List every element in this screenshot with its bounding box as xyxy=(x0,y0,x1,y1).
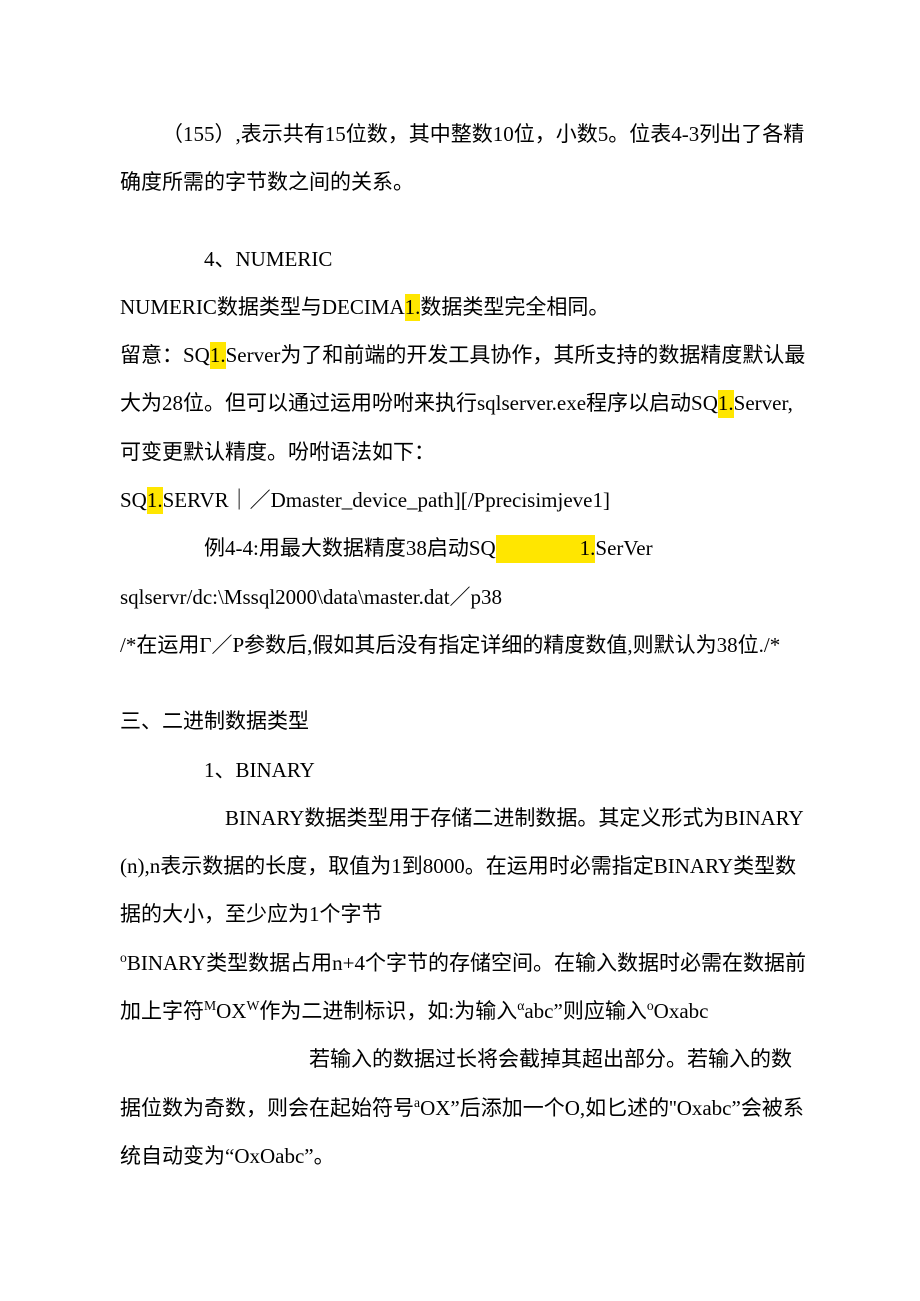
superscript: o xyxy=(120,950,127,965)
heading-1-binary: 1、BINARY xyxy=(120,746,810,794)
paragraph: BINARY数据类型用于存储二进制数据。其定义形式为BINARY(n),n表示数… xyxy=(120,794,810,1180)
text: NUMERIC数据类型与DECIMA xyxy=(120,295,405,319)
text: SERVR｜／Dmaster_device_path][/Pprecisimje… xyxy=(163,488,610,512)
highlight: 1. xyxy=(405,294,421,321)
paragraph-comment: /*在运用Γ／P参数后,假如其后没有指定详细的精度数值,则默认为38位./* xyxy=(120,621,810,669)
document-page: （155）,表示共有15位数，其中整数10位，小数5。位表4-3列出了各精确度所… xyxy=(0,0,920,1301)
superscript: M xyxy=(204,998,216,1013)
text: BINARY数据类型用于存储二进制数据。其定义形式为BINARY(n),n表示数… xyxy=(120,794,810,939)
paragraph-code: sqlservr/dc:\Mssql2000\data\master.dat／p… xyxy=(120,573,810,621)
highlight: 1. xyxy=(718,390,734,417)
highlight: 1. xyxy=(147,487,163,514)
paragraph-example: 例4-4:用最大数据精度38启动SQ1.SerVer xyxy=(120,524,810,572)
superscript: W xyxy=(246,998,259,1013)
paragraph: NUMERIC数据类型与DECIMA1.数据类型完全相同。 xyxy=(120,283,810,331)
text: SQ xyxy=(120,488,147,512)
paragraph: 留意：SQ1.Server为了和前端的开发工具协作，其所支持的数据精度默认最大为… xyxy=(120,331,810,476)
text: 作为二进制标识，如:为输入 xyxy=(259,999,517,1023)
paragraph-code: SQ1.SERVR｜／Dmaster_device_path][/Pprecis… xyxy=(120,476,810,524)
spacer xyxy=(120,669,810,697)
superscript: o xyxy=(647,998,654,1013)
text: 留意：SQ xyxy=(120,343,210,367)
text: 数据类型完全相同。 xyxy=(420,295,609,319)
heading-4-numeric: 4、NUMERIC xyxy=(120,235,810,283)
paragraph: （155）,表示共有15位数，其中整数10位，小数5。位表4-3列出了各精确度所… xyxy=(120,110,810,207)
heading-3-binary-types: 三、二进制数据类型 xyxy=(120,697,810,745)
text: SerVer xyxy=(595,536,652,560)
text: Oxabc xyxy=(654,999,709,1023)
highlight: 1. xyxy=(496,535,596,562)
spacer xyxy=(120,207,810,235)
text: OX xyxy=(216,999,246,1023)
text: 例4-4:用最大数据精度38启动SQ xyxy=(204,536,496,560)
text: abc”则应输入 xyxy=(524,999,646,1023)
highlight: 1. xyxy=(210,342,226,369)
